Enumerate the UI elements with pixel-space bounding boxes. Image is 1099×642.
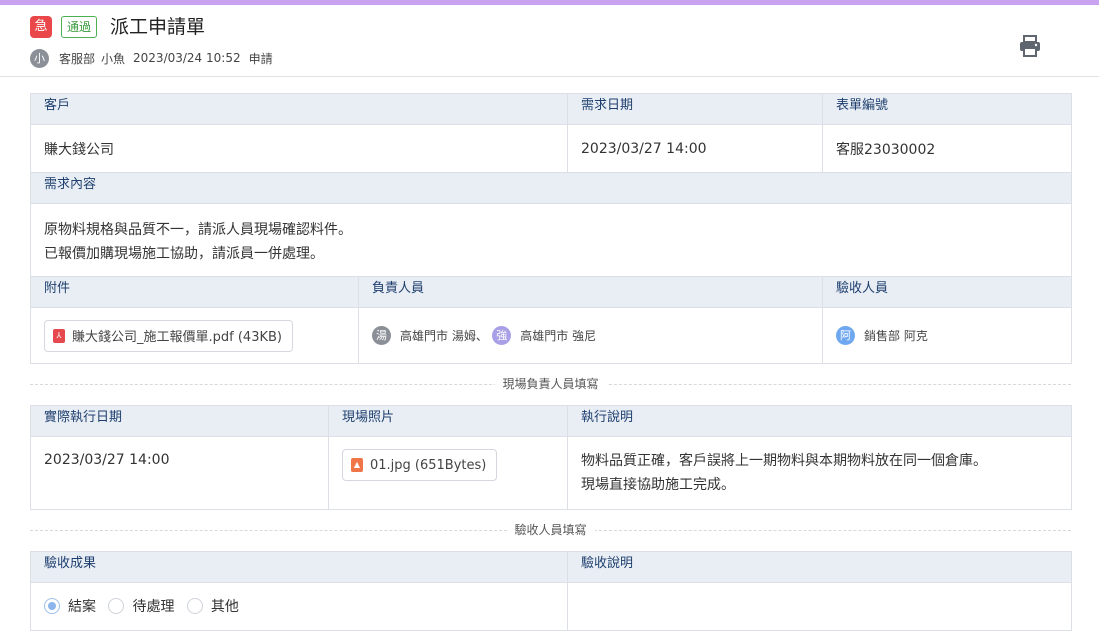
status-badge: 通過 xyxy=(61,16,98,38)
radio-pending[interactable]: 待處理 xyxy=(108,596,174,616)
assignee-cell: 湯 高雄門市 湯姆、 強 高雄門市 強尼 xyxy=(357,307,824,364)
radio-button[interactable] xyxy=(186,597,203,614)
section-divider: 現場負責人員填寫 xyxy=(30,377,1071,391)
inspector-name: 銷售部 阿克 xyxy=(864,329,928,343)
radio-closed[interactable]: 結案 xyxy=(44,596,96,616)
pdf-icon: ⅄ xyxy=(53,328,65,343)
print-button[interactable] xyxy=(1018,35,1042,57)
section-divider: 驗收人員填寫 xyxy=(30,523,1071,537)
acceptance-table: 驗收成果 驗收說明 結案 待處理 其他 xyxy=(30,551,1072,631)
result-options: 結案 待處理 其他 xyxy=(30,582,568,631)
note-value: 物料品質正確，客戶誤將上一期物料與本期物料放在同一個倉庫。 現場直接協助施工完成… xyxy=(567,436,1072,510)
assignee-name: 高雄門市 湯姆 xyxy=(400,329,476,343)
radio-other[interactable]: 其他 xyxy=(186,596,239,616)
page-header: 急 通過 派工申請單 小 客服部 小魚 2023/03/24 10:52 申請 xyxy=(0,5,1099,77)
printer-icon xyxy=(1020,35,1040,57)
acceptance-note-value xyxy=(567,582,1072,631)
photo-file[interactable]: ▲ 01.jpg (651Bytes) xyxy=(342,449,498,481)
form-no-value: 客服23030002 xyxy=(822,124,1073,173)
image-icon: ▲ xyxy=(351,458,363,472)
inspector: 阿 銷售部 阿克 xyxy=(836,326,928,345)
avatar: 強 xyxy=(492,326,512,345)
content-value: 原物料規格與品質不一，請派人員現場確認料件。 已報價加購現場施工協助，請派員一併… xyxy=(29,203,1073,277)
attachment-cell: ⅄ 賺大錢公司_施工報價單.pdf (43KB) xyxy=(30,307,359,364)
separator: 、 xyxy=(475,329,488,343)
result-header: 驗收成果 xyxy=(30,551,568,583)
radio-label: 待處理 xyxy=(132,598,175,615)
date-value: 2023/03/27 14:00 xyxy=(567,124,824,173)
page-title: 派工申請單 xyxy=(110,16,206,38)
inspector-header: 驗收人員 xyxy=(822,276,1073,308)
field-report-table: 實際執行日期 現場照片 執行說明 2023/03/27 14:00 ▲ 01.j… xyxy=(30,405,1072,510)
customer-header: 客戶 xyxy=(29,93,569,125)
radio-label: 其他 xyxy=(210,598,239,615)
attachment-filename: 賺大錢公司_施工報價單.pdf (43KB) xyxy=(72,330,282,345)
note-line: 物料品質正確，客戶誤將上一期物料與本期物料放在同一個倉庫。 xyxy=(581,453,987,469)
content-line: 原物料規格與品質不一，請派人員現場確認料件。 xyxy=(44,222,352,238)
request-info-table: 客戶 需求日期 表單編號 賺大錢公司 2023/03/27 14:00 客服23… xyxy=(29,93,1073,364)
note-header: 執行說明 xyxy=(567,405,1072,437)
photo-header: 現場照片 xyxy=(328,405,568,437)
assignee: 強 高雄門市 強尼 xyxy=(492,326,596,345)
assignee-header: 負責人員 xyxy=(357,276,824,308)
attachment-header: 附件 xyxy=(30,276,359,308)
photo-cell: ▲ 01.jpg (651Bytes) xyxy=(328,436,568,510)
content-line: 已報價加購現場施工協助，請派員一併處理。 xyxy=(44,246,324,262)
assignee: 湯 高雄門市 湯姆、 xyxy=(372,326,488,345)
department-label: 客服部 xyxy=(59,51,96,66)
form-no-header: 表單編號 xyxy=(822,93,1073,125)
inspector-cell: 阿 銷售部 阿克 xyxy=(822,307,1073,364)
avatar: 阿 xyxy=(836,326,856,345)
assignee-name: 高雄門市 強尼 xyxy=(520,329,597,343)
applicant-meta: 小 客服部 小魚 2023/03/24 10:52 申請 xyxy=(30,48,279,68)
avatar: 湯 xyxy=(372,326,391,345)
avatar: 小 xyxy=(30,48,49,68)
exec-date-value: 2023/03/27 14:00 xyxy=(30,436,329,510)
acceptance-note-header: 驗收說明 xyxy=(567,551,1072,583)
section-divider-label: 現場負責人員填寫 xyxy=(494,377,607,391)
date-header: 需求日期 xyxy=(567,93,824,125)
apply-action: 申請 xyxy=(248,51,273,66)
customer-value: 賺大錢公司 xyxy=(29,124,569,173)
apply-datetime: 2023/03/24 10:52 xyxy=(133,51,241,65)
applicant-name: 小魚 xyxy=(101,51,126,66)
urgent-badge: 急 xyxy=(30,16,52,38)
content-header: 需求內容 xyxy=(29,172,1073,204)
exec-date-header: 實際執行日期 xyxy=(30,405,329,437)
note-line: 現場直接協助施工完成。 xyxy=(581,477,735,493)
section-divider-label: 驗收人員填寫 xyxy=(506,523,595,537)
photo-filename: 01.jpg (651Bytes) xyxy=(370,457,487,473)
attachment-file[interactable]: ⅄ 賺大錢公司_施工報價單.pdf (43KB) xyxy=(44,319,293,352)
radio-button[interactable] xyxy=(44,597,60,614)
radio-label: 結案 xyxy=(68,598,96,615)
radio-button[interactable] xyxy=(108,597,125,614)
